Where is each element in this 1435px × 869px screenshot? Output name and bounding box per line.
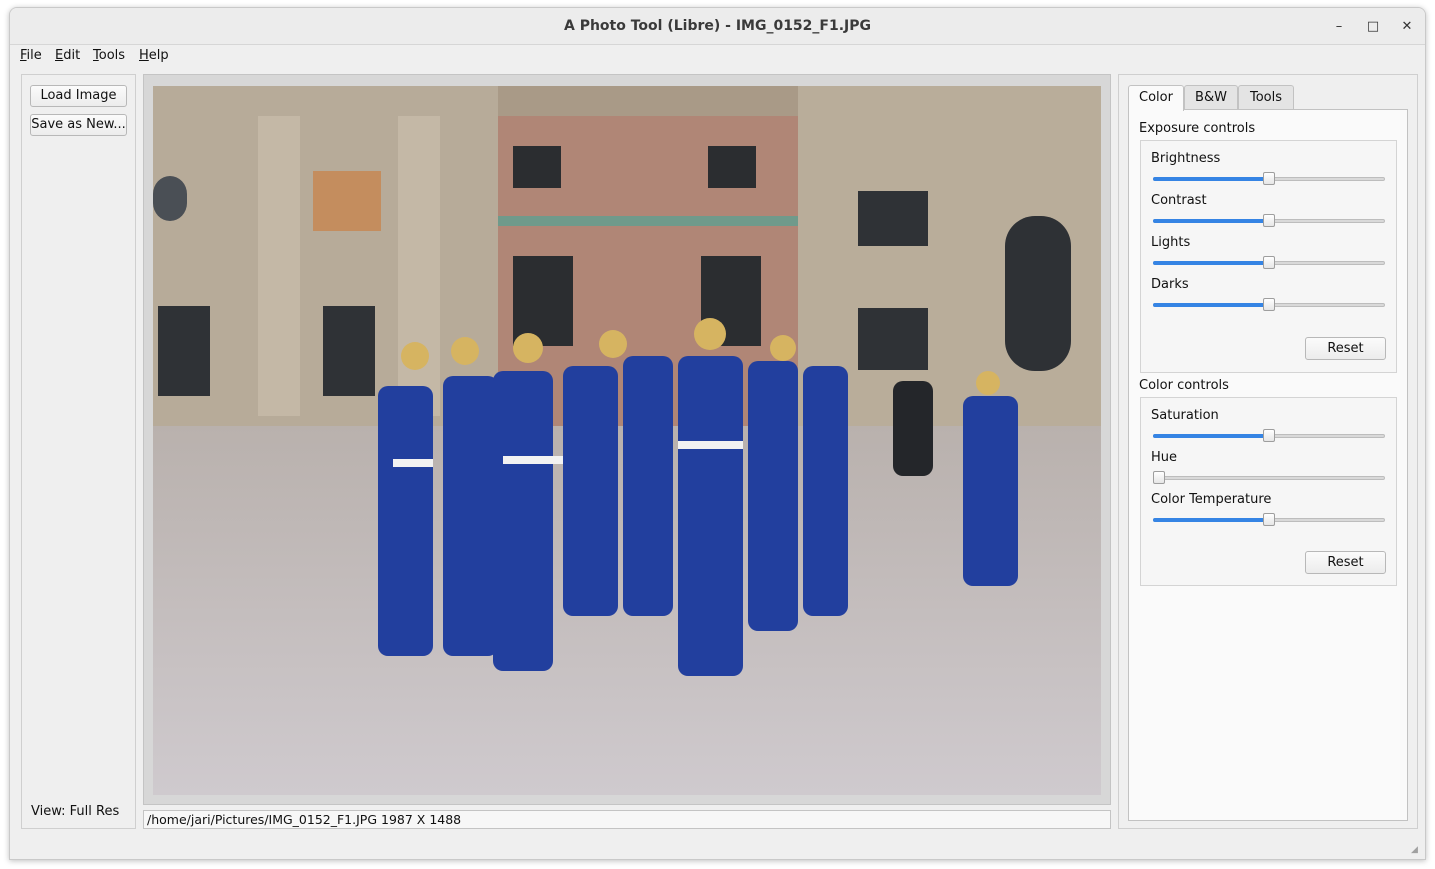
hue-slider[interactable] bbox=[1153, 471, 1385, 485]
slider-fill bbox=[1153, 219, 1269, 223]
menu-tools[interactable]: Tools bbox=[93, 47, 125, 65]
menu-file[interactable]: File bbox=[20, 47, 42, 65]
slider-handle[interactable] bbox=[1263, 256, 1275, 269]
darks-slider[interactable] bbox=[1153, 298, 1385, 312]
menu-bar: File Edit Tools Help bbox=[10, 45, 1425, 67]
window-title: A Photo Tool (Libre) - IMG_0152_F1.JPG bbox=[563, 18, 871, 34]
slider-fill bbox=[1153, 518, 1269, 522]
slider-fill bbox=[1153, 303, 1269, 307]
minimize-icon[interactable]: – bbox=[1328, 16, 1350, 38]
image-viewport[interactable] bbox=[143, 74, 1111, 805]
color-controls-group: Saturation Hue Color Temperature Reset bbox=[1140, 397, 1397, 586]
slider-handle[interactable] bbox=[1263, 429, 1275, 442]
contrast-label: Contrast bbox=[1151, 193, 1207, 208]
color-temperature-label: Color Temperature bbox=[1151, 492, 1272, 507]
saturation-label: Saturation bbox=[1151, 408, 1219, 423]
slider-fill bbox=[1153, 434, 1269, 438]
exposure-reset-button[interactable]: Reset bbox=[1305, 337, 1386, 360]
color-tab-page: Exposure controls Brightness Contrast Li… bbox=[1128, 109, 1408, 821]
color-reset-button[interactable]: Reset bbox=[1305, 551, 1386, 574]
slider-track bbox=[1153, 476, 1385, 480]
lights-slider[interactable] bbox=[1153, 256, 1385, 270]
left-panel: Load Image Save as New... View: Full Res bbox=[21, 74, 136, 829]
load-image-button[interactable]: Load Image bbox=[30, 85, 127, 107]
title-bar[interactable]: A Photo Tool (Libre) - IMG_0152_F1.JPG –… bbox=[10, 8, 1425, 45]
slider-handle[interactable] bbox=[1263, 214, 1275, 227]
menu-edit[interactable]: Edit bbox=[55, 47, 80, 65]
tab-color[interactable]: Color bbox=[1128, 85, 1184, 111]
slider-handle[interactable] bbox=[1153, 471, 1165, 484]
app-window: A Photo Tool (Libre) - IMG_0152_F1.JPG –… bbox=[9, 7, 1426, 860]
right-panel: Color B&W Tools Exposure controls Bright… bbox=[1118, 74, 1418, 829]
lights-label: Lights bbox=[1151, 235, 1191, 250]
tab-bw[interactable]: B&W bbox=[1184, 85, 1238, 110]
maximize-icon[interactable]: □ bbox=[1362, 16, 1384, 38]
color-temperature-slider[interactable] bbox=[1153, 513, 1385, 527]
tab-tools[interactable]: Tools bbox=[1238, 85, 1294, 110]
slider-handle[interactable] bbox=[1263, 298, 1275, 311]
color-controls-title: Color controls bbox=[1139, 378, 1229, 393]
close-icon[interactable]: ✕ bbox=[1396, 16, 1418, 38]
status-bar: /home/jari/Pictures/IMG_0152_F1.JPG 1987… bbox=[143, 810, 1111, 829]
brightness-slider[interactable] bbox=[1153, 172, 1385, 186]
slider-fill bbox=[1153, 261, 1269, 265]
slider-handle[interactable] bbox=[1263, 513, 1275, 526]
darks-label: Darks bbox=[1151, 277, 1189, 292]
resize-grip-icon[interactable]: ◢ bbox=[1411, 845, 1421, 855]
menu-help[interactable]: Help bbox=[139, 47, 169, 65]
contrast-slider[interactable] bbox=[1153, 214, 1385, 228]
exposure-controls-title: Exposure controls bbox=[1139, 121, 1256, 136]
photo-canvas[interactable] bbox=[153, 86, 1101, 795]
slider-handle[interactable] bbox=[1263, 172, 1275, 185]
save-as-new-button[interactable]: Save as New... bbox=[30, 114, 127, 136]
view-mode-label: View: Full Res bbox=[31, 804, 120, 819]
slider-fill bbox=[1153, 177, 1269, 181]
saturation-slider[interactable] bbox=[1153, 429, 1385, 443]
brightness-label: Brightness bbox=[1151, 151, 1221, 166]
hue-label: Hue bbox=[1151, 450, 1178, 465]
exposure-controls-group: Brightness Contrast Lights Darks Reset bbox=[1140, 140, 1397, 373]
